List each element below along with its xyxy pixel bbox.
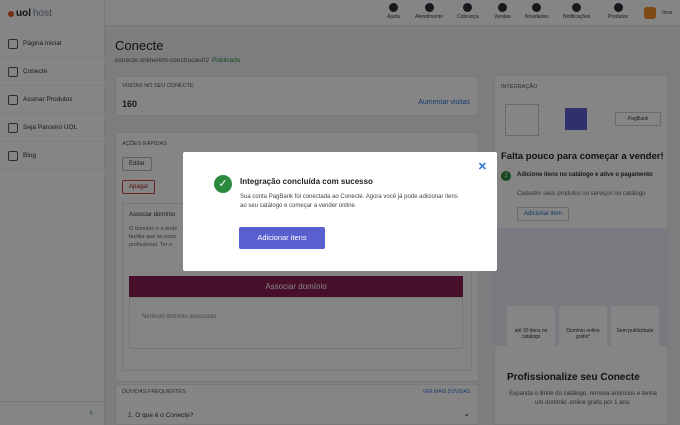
dialog-message: Sua conta PagBank foi conectada ao Conec…	[240, 194, 458, 209]
close-icon[interactable]: ✕	[478, 160, 487, 173]
dialog-title: Integração concluída com sucesso	[240, 177, 373, 186]
check-circle-icon: ✓	[214, 175, 232, 193]
add-items-button[interactable]: Adicionar itens	[239, 227, 325, 249]
integration-success-dialog: ✕ ✓ Integração concluída com sucesso Sua…	[183, 152, 497, 271]
